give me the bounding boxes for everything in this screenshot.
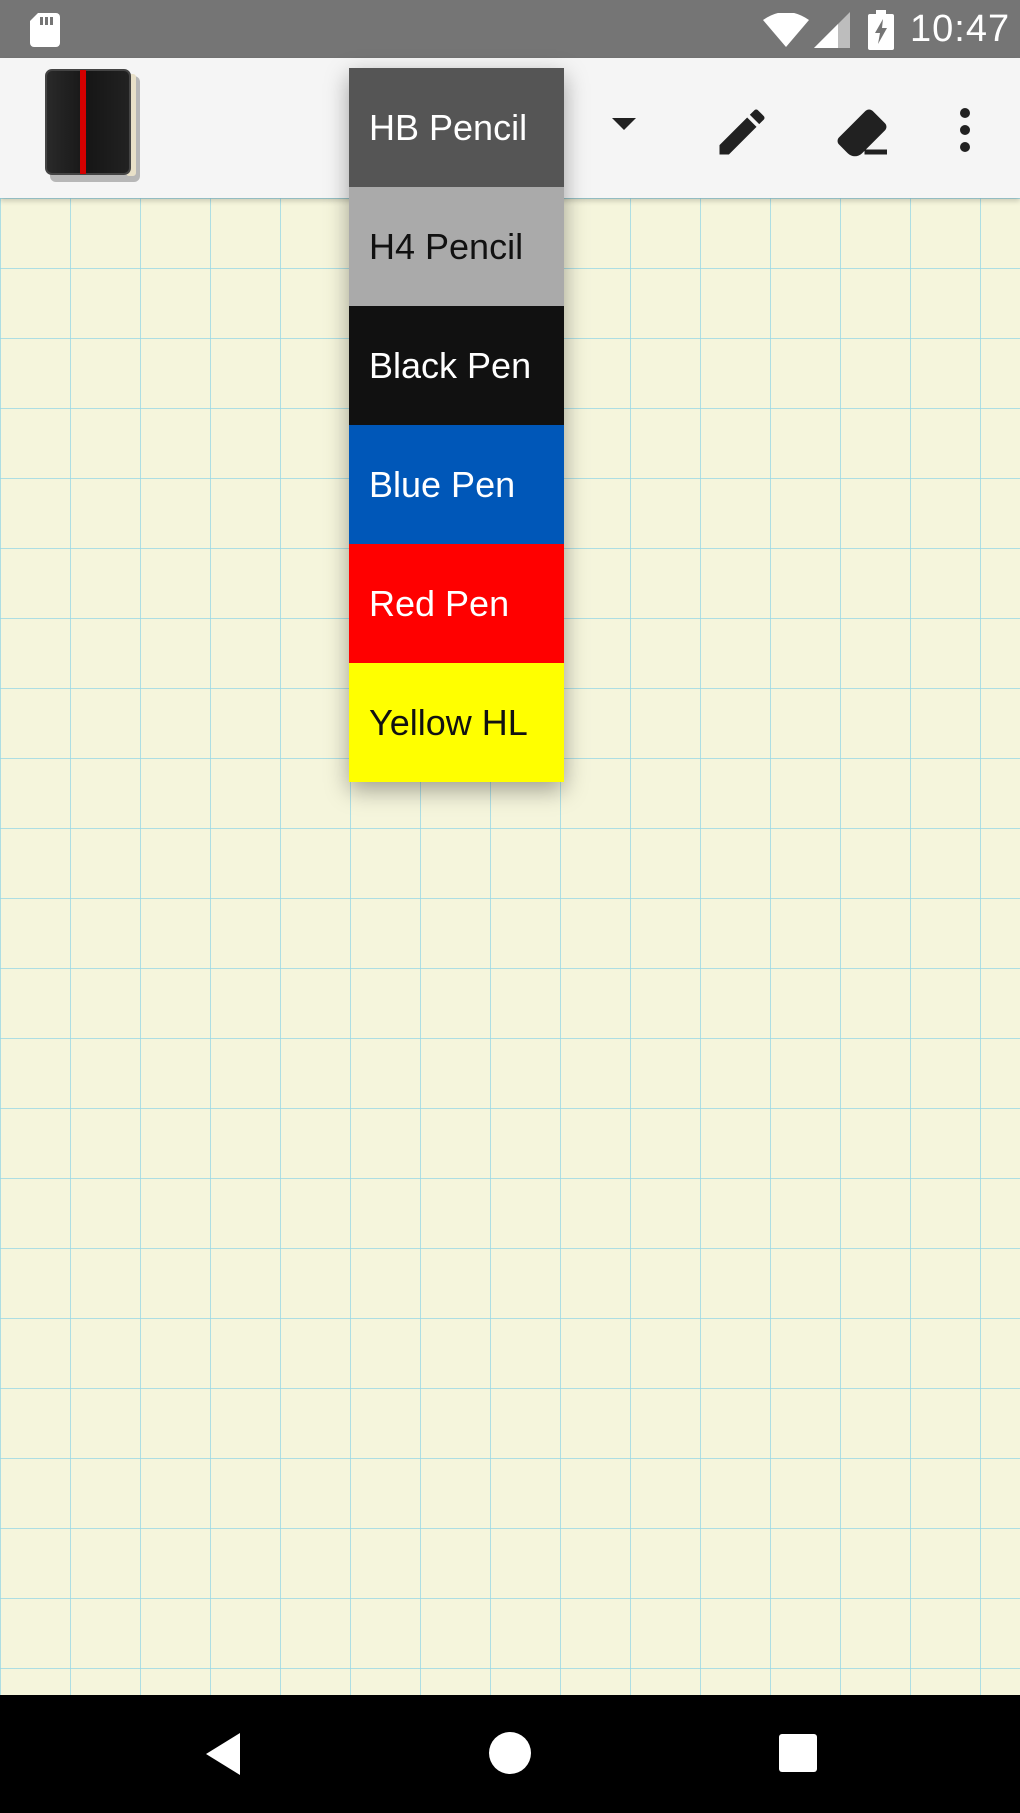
eraser-icon[interactable] [832,102,892,162]
pen-option-black-pen[interactable]: Black Pen [349,306,564,425]
pen-dropdown-menu: HB Pencil H4 Pencil Black Pen Blue Pen R… [349,68,564,782]
dropdown-arrow-icon[interactable] [606,106,642,142]
pen-option-red-pen[interactable]: Red Pen [349,544,564,663]
pen-option-label: H4 Pencil [369,225,524,267]
pen-option-label: Red Pen [369,582,510,624]
status-bar: 10:47 [0,0,1020,58]
more-vert-icon[interactable] [950,102,980,162]
pen-option-h4-pencil[interactable]: H4 Pencil [349,187,564,306]
pencil-icon[interactable] [712,102,772,162]
pen-option-label: Black Pen [369,344,532,386]
navigation-bar [0,1695,1020,1813]
pen-option-label: Blue Pen [369,463,516,505]
home-icon[interactable] [488,1731,532,1775]
pen-option-label: HB Pencil [369,106,528,148]
status-clock: 10:47 [910,8,1011,50]
wifi-icon [763,13,809,47]
sd-card-icon [30,13,60,47]
notebook-logo-icon[interactable] [44,68,144,186]
pen-option-yellow-hl[interactable]: Yellow HL [349,663,564,782]
back-icon[interactable] [200,1729,246,1779]
pen-option-hb-pencil[interactable]: HB Pencil [349,68,564,187]
pen-option-blue-pen[interactable]: Blue Pen [349,425,564,544]
recents-icon[interactable] [778,1733,818,1773]
pen-option-label: Yellow HL [369,701,528,743]
battery-charging-icon [868,10,894,50]
cell-signal-icon [814,12,850,48]
